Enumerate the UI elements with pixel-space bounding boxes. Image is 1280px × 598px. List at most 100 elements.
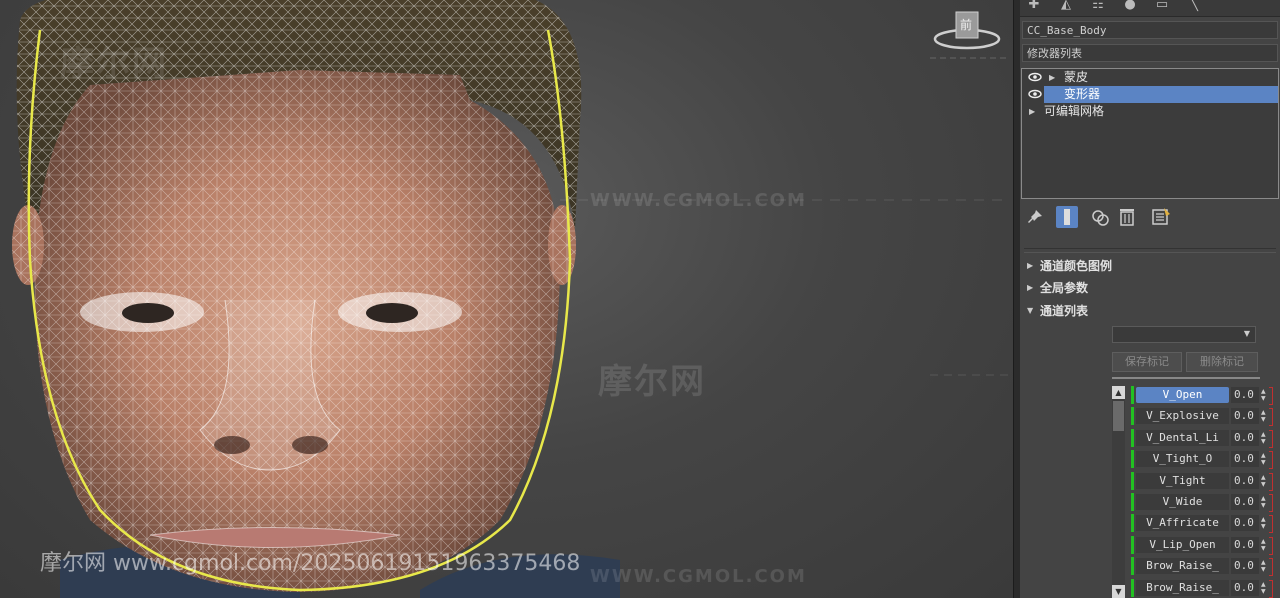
channel-value-field[interactable]: 0.0 — [1231, 387, 1259, 403]
hierarchy-icon[interactable]: ☷ — [1086, 0, 1110, 14]
channel-value-field[interactable]: 0.0 — [1231, 472, 1259, 489]
spinner-up-icon[interactable]: ▲ — [1261, 474, 1266, 481]
show-end-result-icon[interactable] — [1056, 206, 1078, 228]
channel-row[interactable]: V_Affricate 0.0 ▲ ▼ — [1131, 513, 1273, 534]
modify-icon[interactable]: ◭ — [1054, 0, 1078, 14]
display-icon[interactable]: ▭ — [1150, 0, 1174, 14]
spinner-down-icon[interactable]: ▼ — [1261, 545, 1266, 552]
expand-arrow-icon[interactable]: ▶ — [1049, 69, 1055, 86]
spinner-down-icon[interactable]: ▼ — [1261, 481, 1266, 488]
channel-row[interactable]: Brow_Raise_ 0.0 ▲ ▼ — [1131, 556, 1273, 577]
spinner-up-icon[interactable]: ▲ — [1261, 538, 1266, 545]
trash-icon[interactable] — [1116, 206, 1138, 228]
spinner-down-icon[interactable]: ▼ — [1261, 438, 1266, 445]
channel-row[interactable]: V_Open 0.0 ▲ ▼ — [1131, 385, 1273, 405]
spinner-up-icon[interactable]: ▲ — [1261, 431, 1266, 438]
spinner-down-icon[interactable]: ▼ — [1261, 396, 1266, 402]
channel-name-button[interactable]: Brow_Raise_ — [1136, 558, 1229, 575]
rollout-global-params[interactable]: ▶ 全局参数 — [1020, 278, 1280, 298]
channel-active-bar — [1131, 493, 1134, 511]
pin-stack-icon[interactable] — [1024, 206, 1046, 228]
channel-spinner[interactable]: ▲ ▼ — [1260, 515, 1269, 531]
delete-marker-button[interactable]: 删除标记 — [1186, 352, 1258, 372]
channel-value-field[interactable]: 0.0 — [1231, 451, 1259, 468]
spinner-down-icon[interactable]: ▼ — [1261, 460, 1266, 466]
channel-scrollbar[interactable]: ▲ ▼ — [1112, 386, 1125, 598]
rollout-title: 通道颜色图例 — [1040, 259, 1113, 273]
channel-marker-bracket — [1269, 558, 1273, 577]
channel-value-field[interactable]: 0.0 — [1231, 579, 1259, 596]
channel-value-field[interactable]: 0.0 — [1231, 558, 1259, 575]
modifier-row-morpher[interactable]: 变形器 — [1022, 86, 1278, 103]
channel-value-field[interactable]: 0.0 — [1231, 494, 1259, 510]
3d-viewport[interactable]: WWW.CGMOL.COM WWW.CGMOL.COM 摩尔网 摩尔网 摩尔网 … — [0, 0, 1013, 598]
save-marker-button[interactable]: 保存标记 — [1112, 352, 1182, 372]
eye-icon[interactable] — [1028, 72, 1042, 82]
spinner-down-icon[interactable]: ▼ — [1261, 567, 1266, 573]
channel-row[interactable]: V_Dental_Li 0.0 ▲ ▼ — [1131, 428, 1273, 448]
utilities-icon[interactable]: ╲ — [1182, 0, 1206, 14]
channel-active-bar — [1131, 471, 1134, 490]
channel-value-field[interactable]: 0.0 — [1231, 408, 1259, 425]
channel-name-button[interactable]: V_Lip_Open — [1136, 536, 1229, 553]
channel-row[interactable]: Brow_Raise_ 0.0 ▲ ▼ — [1131, 578, 1273, 598]
channel-name-button[interactable]: V_Open — [1136, 387, 1229, 403]
scroll-down-icon[interactable]: ▼ — [1112, 585, 1125, 598]
object-name-field[interactable]: CC_Base_Body — [1022, 21, 1278, 39]
motion-icon[interactable]: ● — [1118, 0, 1142, 14]
channel-name-button[interactable]: V_Explosive — [1136, 408, 1229, 425]
channel-active-bar — [1131, 386, 1134, 404]
channel-name-button[interactable]: V_Dental_Li — [1136, 429, 1229, 446]
spinner-down-icon[interactable]: ▼ — [1261, 588, 1266, 595]
spinner-up-icon[interactable]: ▲ — [1261, 581, 1266, 588]
scroll-up-icon[interactable]: ▲ — [1112, 386, 1125, 399]
channel-row[interactable]: V_Tight_O 0.0 ▲ ▼ — [1131, 449, 1273, 470]
scroll-thumb[interactable] — [1113, 401, 1124, 431]
channel-spinner[interactable]: ▲ ▼ — [1260, 408, 1269, 424]
rollout-title: 通道列表 — [1040, 304, 1089, 318]
spinner-down-icon[interactable]: ▼ — [1261, 417, 1266, 423]
channel-value-field[interactable]: 0.0 — [1231, 429, 1259, 446]
spinner-down-icon[interactable]: ▼ — [1261, 524, 1266, 530]
channel-value-field[interactable]: 0.0 — [1231, 515, 1259, 532]
channel-value-field[interactable]: 0.0 — [1231, 536, 1259, 553]
channel-name-button[interactable]: V_Affricate — [1136, 515, 1229, 532]
eye-icon[interactable] — [1028, 89, 1042, 99]
viewcube[interactable]: 前 — [930, 8, 1004, 60]
modifier-list-dropdown[interactable]: 修改器列表 — [1022, 44, 1278, 62]
channel-spinner[interactable]: ▲ ▼ — [1260, 494, 1269, 510]
marker-dropdown[interactable]: ▼ — [1112, 326, 1256, 343]
channel-spinner[interactable]: ▲ ▼ — [1260, 537, 1269, 553]
create-icon[interactable]: ✚ — [1022, 0, 1046, 14]
channel-row[interactable]: V_Wide 0.0 ▲ ▼ — [1131, 492, 1273, 512]
channel-row[interactable]: V_Explosive 0.0 ▲ ▼ — [1131, 406, 1273, 427]
modifier-label: 蒙皮 — [1064, 70, 1089, 84]
channel-row[interactable]: V_Tight 0.0 ▲ ▼ — [1131, 471, 1273, 491]
expand-arrow-icon: ▶ — [1027, 283, 1034, 292]
spinner-down-icon[interactable]: ▼ — [1261, 503, 1266, 509]
channel-spinner[interactable]: ▲ ▼ — [1260, 430, 1269, 446]
channel-active-bar — [1131, 428, 1134, 447]
channel-name-button[interactable]: V_Tight_O — [1136, 451, 1229, 468]
channel-list-top-rule — [1112, 377, 1260, 379]
configure-modifier-sets-icon[interactable] — [1150, 206, 1172, 228]
channel-name-button[interactable]: Brow_Raise_ — [1136, 579, 1229, 596]
expand-arrow-icon[interactable]: ▶ — [1029, 103, 1035, 120]
collapse-arrow-icon: ▼ — [1027, 306, 1034, 315]
rollout-channel-list[interactable]: ▼ 通道列表 — [1020, 301, 1280, 321]
channel-spinner[interactable]: ▲ ▼ — [1260, 580, 1269, 596]
channel-row[interactable]: V_Lip_Open 0.0 ▲ ▼ — [1131, 535, 1273, 555]
channel-name-button[interactable]: V_Wide — [1136, 494, 1229, 510]
make-unique-icon[interactable] — [1090, 206, 1112, 228]
panel-separator[interactable] — [1024, 248, 1276, 253]
channel-marker-bracket — [1269, 429, 1273, 448]
channel-spinner[interactable]: ▲ ▼ — [1260, 558, 1269, 574]
rollout-channel-color-legend[interactable]: ▶ 通道颜色图例 — [1020, 256, 1280, 276]
channel-spinner[interactable]: ▲ ▼ — [1260, 387, 1269, 403]
modifier-stack[interactable]: ▶ 蒙皮 变形器 ▶ 可编辑网格 — [1021, 68, 1279, 199]
channel-name-button[interactable]: V_Tight — [1136, 472, 1229, 489]
modifier-row-editable-mesh[interactable]: ▶ 可编辑网格 — [1022, 103, 1278, 120]
modifier-row-skin[interactable]: ▶ 蒙皮 — [1022, 69, 1278, 86]
channel-spinner[interactable]: ▲ ▼ — [1260, 473, 1269, 489]
channel-spinner[interactable]: ▲ ▼ — [1260, 451, 1269, 467]
